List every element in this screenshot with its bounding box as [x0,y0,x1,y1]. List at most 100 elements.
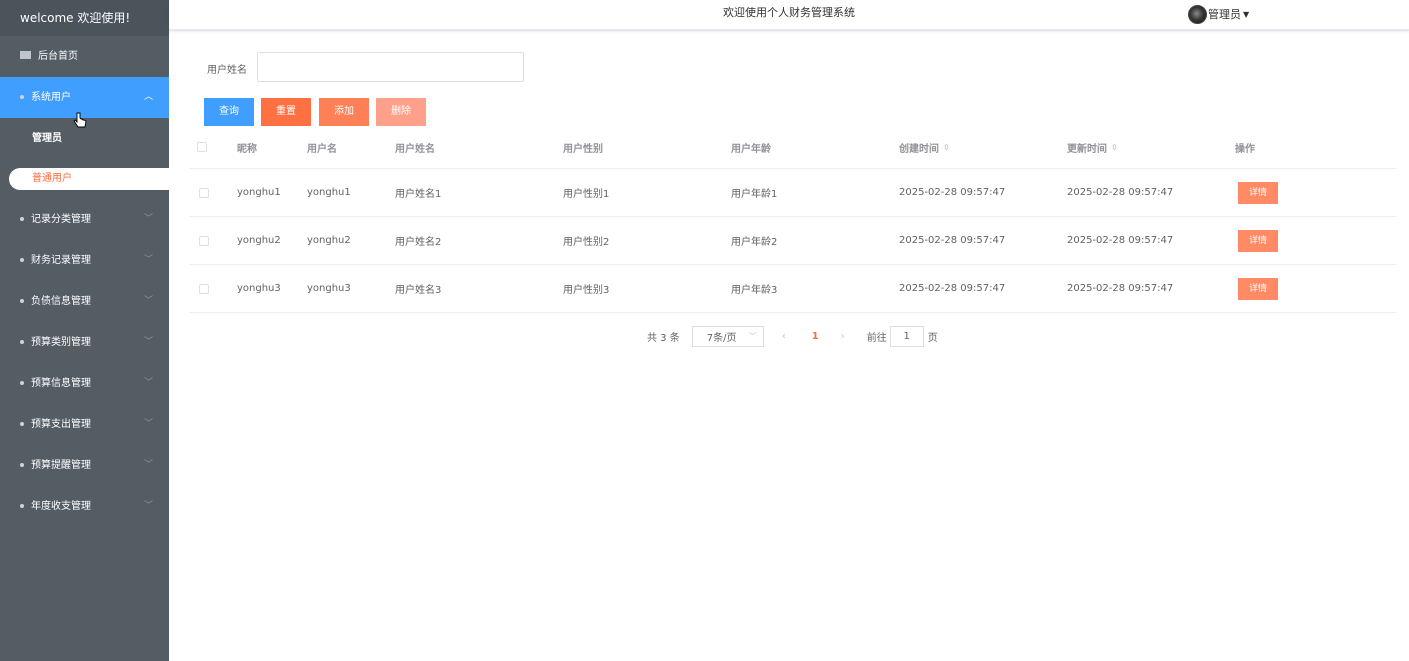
search-input[interactable] [257,52,524,82]
cell-username: yonghu1 [307,187,351,198]
cell-username: yonghu3 [307,283,351,294]
select-all-checkbox[interactable] [197,142,207,152]
sort-icon[interactable]: ⇳ [943,143,950,152]
chevron-down-icon: ﹀ [143,214,153,224]
sidebar-item-debt-info[interactable]: 负债信息管理 ﹀ [0,281,169,322]
cell-age: 用户年龄2 [731,237,778,248]
sidebar-item-label: 预算支出管理 [31,419,91,430]
bullet-icon [20,340,24,344]
row-select-cell [199,265,209,312]
user-table: 昵称 用户名 用户姓名 用户性别 用户年龄 创建时间 ⇳ 更新时间 ⇳ 操作 yon… [189,126,1396,313]
cell-created: 2025-02-28 09:57:47 [899,187,1006,198]
sidebar-item-label: 预算信息管理 [31,378,91,389]
row-checkbox[interactable] [199,283,209,294]
top-bar: 欢迎使用个人财务管理系统 管理员 ▼ [169,0,1409,31]
chevron-down-icon: ﹀ [143,255,153,265]
cell-gender: 用户性别3 [563,285,610,296]
reset-button[interactable]: 重置 [261,98,311,126]
sidebar-item-label: 后台首页 [38,51,78,62]
cell-actions: 详情 [1238,169,1278,216]
column-header: 用户性别 [563,143,603,155]
sidebar-item-label: 预算类别管理 [31,337,91,348]
cell-nickname: yonghu3 [237,283,281,294]
select-all-cell [197,126,207,168]
caret-down-icon: ▼ [1243,9,1250,19]
bullet-icon [20,381,24,385]
delete-button[interactable]: 删除 [376,98,426,126]
column-header-created[interactable]: 创建时间 ⇳ [899,126,950,168]
page-size-select[interactable]: 7条/页 ﹀ [691,326,764,347]
cell-age: 用户年龄1 [731,189,778,200]
sidebar-item-label: 财务记录管理 [31,255,91,266]
avatar [1188,4,1207,24]
chevron-up-icon: ︿ [143,92,153,102]
next-page-icon[interactable]: › [841,331,845,342]
page-size-value: 7条/页 [706,333,737,344]
cell-actions: 详情 [1238,265,1278,312]
detail-button[interactable]: 详情 [1238,277,1278,300]
cell-updated: 2025-02-28 09:57:47 [1067,187,1174,198]
column-header-label: 创建时间 [899,143,939,155]
row-select-cell [199,217,209,264]
user-menu[interactable]: 管理员 ▼ [1188,4,1250,24]
pagination-total: 共 3 条 [647,333,680,344]
user-name: 管理员 [1208,8,1241,21]
goto-unit: 页 [927,333,938,344]
bullet-icon [20,299,24,303]
hand-cursor-icon [73,112,87,128]
row-select-cell [199,169,209,216]
sidebar-item-record-category[interactable]: 记录分类管理 ﹀ [0,199,169,240]
row-checkbox[interactable] [199,187,209,198]
bullet-icon [20,217,24,221]
query-button[interactable]: 查询 [204,98,254,126]
chevron-down-icon: ﹀ [143,501,153,511]
chevron-down-icon: ﹀ [143,378,153,388]
bullet-icon [20,504,24,508]
table-row: yonghu3 yonghu3 用户姓名3 用户性别3 用户年龄3 2025-0… [189,265,1396,313]
cell-updated: 2025-02-28 09:57:47 [1067,283,1174,294]
sidebar-item-finance-record[interactable]: 财务记录管理 ﹀ [0,240,169,281]
prev-page-icon[interactable]: ‹ [782,331,786,342]
sidebar-item-budget-info[interactable]: 预算信息管理 ﹀ [0,363,169,404]
sort-icon[interactable]: ⇳ [1111,143,1118,152]
sidebar-item-label: 预算提醒管理 [31,460,91,471]
row-checkbox[interactable] [199,235,209,246]
column-header-updated[interactable]: 更新时间 ⇳ [1067,126,1118,168]
cell-fullname: 用户姓名3 [395,285,442,296]
bullet-icon [20,422,24,426]
detail-button[interactable]: 详情 [1238,181,1278,204]
page-number[interactable]: 1 [812,331,819,342]
table-header: 昵称 用户名 用户姓名 用户性别 用户年龄 创建时间 ⇳ 更新时间 ⇳ 操作 [189,126,1396,169]
column-header: 用户名 [307,143,337,155]
sidebar-item-label: 系统用户 [31,92,71,103]
sidebar-item-label: 年度收支管理 [31,501,91,512]
sidebar-item-label: 负债信息管理 [31,296,91,307]
table-row: yonghu2 yonghu2 用户姓名2 用户性别2 用户年龄2 2025-0… [189,217,1396,265]
chevron-down-icon: ﹀ [143,296,153,306]
column-header: 用户姓名 [395,143,435,155]
sidebar-subitem-normal-user[interactable]: 普通用户 [9,168,169,190]
sidebar-item-budget-category[interactable]: 预算类别管理 ﹀ [0,322,169,363]
column-header: 用户年龄 [731,143,771,155]
column-header: 操作 [1235,143,1255,155]
cell-updated: 2025-02-28 09:57:47 [1067,235,1174,246]
sidebar-item-budget-expense[interactable]: 预算支出管理 ﹀ [0,404,169,445]
goto-page-input[interactable]: 1 [889,326,924,347]
bullet-icon [20,258,24,262]
sidebar-item-annual-summary[interactable]: 年度收支管理 ﹀ [0,486,169,527]
cell-gender: 用户性别1 [563,189,610,200]
table-row: yonghu1 yonghu1 用户姓名1 用户性别1 用户年龄1 2025-0… [189,169,1396,217]
sidebar-item-budget-reminder[interactable]: 预算提醒管理 ﹀ [0,445,169,486]
search-label: 用户姓名 [207,65,247,76]
chevron-down-icon: ﹀ [143,337,153,347]
bullet-icon [20,95,24,99]
chevron-down-icon: ﹀ [143,460,153,470]
detail-button[interactable]: 详情 [1238,229,1278,252]
goto-label: 前往 [866,333,887,344]
sidebar-item-home[interactable]: 后台首页 [0,36,169,77]
cell-gender: 用户性别2 [563,237,610,248]
cell-nickname: yonghu2 [237,235,281,246]
chevron-down-icon: ﹀ [748,332,757,341]
cell-created: 2025-02-28 09:57:47 [899,283,1006,294]
add-button[interactable]: 添加 [319,98,369,126]
